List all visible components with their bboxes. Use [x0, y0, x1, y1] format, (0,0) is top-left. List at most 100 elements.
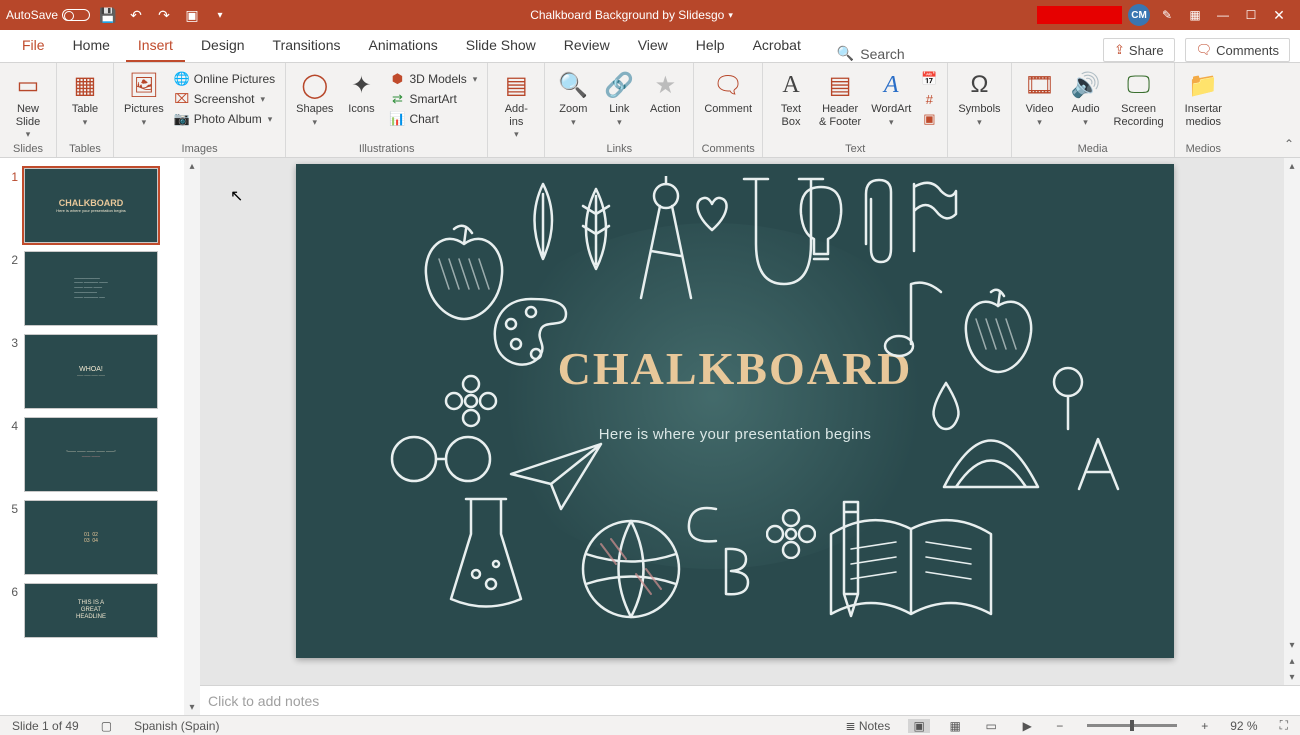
tab-insert[interactable]: Insert	[126, 31, 185, 62]
chart-button[interactable]: 📊Chart	[385, 109, 481, 129]
close-icon[interactable]: ✕	[1268, 5, 1290, 25]
zoom-icon: 🔍	[557, 69, 589, 101]
insertar-medios-button[interactable]: 📁Insertar medios	[1181, 65, 1226, 128]
group-media: 🎞Video▾ 🔊Audio▾ 🖵Screen Recording Media	[1012, 63, 1175, 157]
object-button[interactable]: ▣	[917, 109, 941, 129]
screen-recording-button[interactable]: 🖵Screen Recording	[1110, 65, 1168, 128]
group-medios: 📁Insertar medios Medios	[1175, 63, 1232, 157]
date-time-button[interactable]: 📅	[917, 69, 941, 89]
canvas-scrollbar[interactable]: ▴ ▾ ▴ ▾	[1284, 158, 1300, 685]
slide-count-label[interactable]: Slide 1 of 49	[8, 719, 83, 733]
thumbnail-6[interactable]: 6 THIS IS AGREATHEADLINE	[0, 581, 200, 644]
tab-transitions[interactable]: Transitions	[261, 31, 353, 62]
video-button[interactable]: 🎞Video▾	[1018, 65, 1062, 128]
pictures-button[interactable]: 🖼Pictures▾	[120, 65, 168, 128]
title-dropdown-icon[interactable]: ▾	[728, 10, 733, 21]
chevron-down-icon: ▾	[268, 114, 273, 125]
ribbon-display-icon[interactable]: ▦	[1184, 5, 1206, 25]
shapes-button[interactable]: ◯Shapes▾	[292, 65, 337, 128]
new-comment-button[interactable]: 🗨Comment	[700, 65, 756, 116]
mouse-cursor-icon: ↖	[230, 186, 243, 206]
collapse-ribbon-icon[interactable]: ⌃	[1282, 135, 1296, 153]
audio-button[interactable]: 🔊Audio▾	[1064, 65, 1108, 128]
zoom-percent-label[interactable]: 92 %	[1226, 719, 1261, 733]
notes-placeholder: Click to add notes	[208, 693, 319, 709]
slide-sorter-view-icon[interactable]: ▦	[944, 719, 966, 733]
tab-slideshow[interactable]: Slide Show	[454, 31, 548, 62]
tab-file[interactable]: File	[10, 31, 57, 62]
spellcheck-icon[interactable]: ▢	[97, 719, 116, 733]
titlebar: AutoSave 💾 ↶ ↷ ▣ ▾ Chalkboard Background…	[0, 0, 1300, 30]
doodle-heart-icon	[691, 194, 733, 234]
zoom-in-button[interactable]: +	[1197, 719, 1212, 733]
zoom-slider-thumb[interactable]	[1130, 720, 1134, 731]
notes-pane[interactable]: Click to add notes	[200, 685, 1300, 715]
new-slide-button[interactable]: ▭New Slide▾	[6, 65, 50, 140]
tab-design[interactable]: Design	[189, 31, 257, 62]
thumbnail-1[interactable]: 1 CHALKBOARDHere is where your presentat…	[0, 166, 200, 249]
pen-icon[interactable]: ✎	[1156, 5, 1178, 25]
undo-icon[interactable]: ↶	[126, 5, 146, 25]
notes-toggle[interactable]: ≣ Notes	[841, 719, 894, 733]
reading-view-icon[interactable]: ▭	[980, 719, 1002, 733]
normal-view-icon[interactable]: ▣	[908, 719, 930, 733]
group-label-media: Media	[1018, 143, 1168, 157]
scroll-down-icon[interactable]: ▾	[184, 699, 200, 715]
three-d-models-button[interactable]: ⬢3D Models▾	[385, 69, 481, 89]
icons-button[interactable]: ✦Icons	[339, 65, 383, 116]
user-avatar[interactable]: CM	[1128, 4, 1150, 26]
next-slide-icon[interactable]: ▾	[1284, 669, 1300, 685]
thumbnail-3[interactable]: 3 WHOA!─── ─── ─── ───	[0, 332, 200, 415]
table-button[interactable]: ▦Table▾	[63, 65, 107, 128]
header-footer-button[interactable]: ▤Header & Footer	[815, 65, 865, 128]
zoom-button[interactable]: 🔍Zoom▾	[551, 65, 595, 128]
share-button[interactable]: ⇪Share	[1103, 38, 1175, 62]
tab-help[interactable]: Help	[684, 31, 737, 62]
symbols-button[interactable]: ΩSymbols▾	[954, 65, 1004, 128]
scroll-up-icon[interactable]: ▴	[184, 158, 200, 174]
smartart-button[interactable]: ⇄SmartArt	[385, 89, 481, 109]
thumbnail-4[interactable]: 4 "─── ─── ─── ─── ───"─── ───	[0, 415, 200, 498]
tab-animations[interactable]: Animations	[356, 31, 449, 62]
fit-to-window-icon[interactable]: ⛶	[1276, 718, 1292, 733]
redo-icon[interactable]: ↷	[154, 5, 174, 25]
maximize-icon[interactable]: ☐	[1240, 5, 1262, 25]
smartart-icon: ⇄	[389, 91, 405, 107]
thumb-number: 5	[6, 500, 18, 575]
present-from-start-icon[interactable]: ▣	[182, 5, 202, 25]
tab-home[interactable]: Home	[61, 31, 122, 62]
thumbnail-5[interactable]: 5 01 0203 04	[0, 498, 200, 581]
number-icon: #	[921, 91, 937, 107]
slide-number-button[interactable]: #	[917, 89, 941, 109]
online-pictures-button[interactable]: 🌐Online Pictures	[170, 69, 279, 89]
slide-thumbnail-panel: 1 CHALKBOARDHere is where your presentat…	[0, 158, 200, 715]
slideshow-view-icon[interactable]: ▶	[1016, 719, 1038, 733]
scroll-down-icon[interactable]: ▾	[1284, 637, 1300, 653]
prev-slide-icon[interactable]: ▴	[1284, 653, 1300, 669]
autosave-toggle[interactable]: AutoSave	[6, 8, 90, 22]
tell-me-search[interactable]: 🔍 Search	[837, 45, 905, 62]
album-icon: 📷	[174, 111, 190, 127]
language-label[interactable]: Spanish (Spain)	[130, 719, 223, 733]
zoom-out-button[interactable]: −	[1052, 719, 1067, 733]
tab-review[interactable]: Review	[552, 31, 622, 62]
group-label-comments: Comments	[700, 143, 756, 157]
customize-qat-icon[interactable]: ▾	[210, 5, 230, 25]
textbox-button[interactable]: AText Box	[769, 65, 813, 128]
wordart-button[interactable]: AWordArt▾	[867, 65, 915, 128]
save-icon[interactable]: 💾	[98, 5, 118, 25]
thumbnail-scrollbar[interactable]: ▴ ▾	[184, 158, 200, 715]
photo-album-button[interactable]: 📷Photo Album▾	[170, 109, 279, 129]
doodle-clip-icon	[856, 174, 901, 269]
scroll-up-icon[interactable]: ▴	[1284, 158, 1300, 174]
addins-button[interactable]: ▤Add- ins▾	[494, 65, 538, 140]
group-label-images: Images	[120, 143, 279, 157]
slide-1[interactable]: CHALKBOARD Here is where your presentati…	[296, 164, 1174, 658]
tab-view[interactable]: View	[626, 31, 680, 62]
zoom-slider[interactable]	[1087, 724, 1177, 727]
comments-button[interactable]: 🗨Comments	[1185, 38, 1290, 62]
minimize-icon[interactable]: —	[1212, 5, 1234, 25]
screenshot-button[interactable]: ⌧Screenshot▾	[170, 89, 279, 109]
thumbnail-2[interactable]: 2 ──────────── ───── ────── ─── ────────…	[0, 249, 200, 332]
tab-acrobat[interactable]: Acrobat	[741, 31, 813, 62]
